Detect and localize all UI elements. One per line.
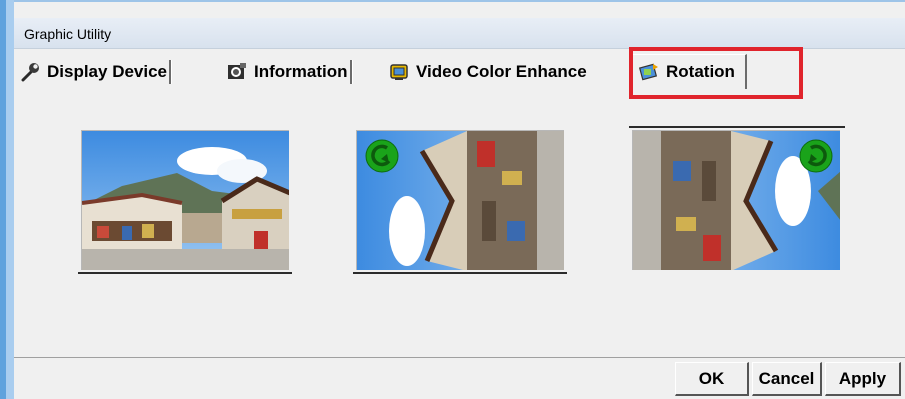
thumbnail-photo-normal — [82, 131, 289, 270]
information-icon — [227, 62, 247, 82]
rotate-left-icon — [365, 139, 399, 173]
window-left-border — [0, 0, 14, 399]
rotation-option-normal[interactable] — [81, 130, 289, 270]
thumbnail-underline — [353, 272, 567, 274]
tab-label: Video Color Enhance — [416, 62, 587, 81]
rotation-option-rotate-right[interactable] — [632, 130, 840, 270]
thumbnail-overline — [629, 126, 845, 128]
dialog-title: Graphic Utility — [24, 26, 112, 42]
tab-information[interactable]: Information — [227, 58, 353, 86]
wrench-icon — [20, 62, 40, 82]
tab-label: Display Device — [47, 62, 168, 81]
apply-button[interactable]: Apply — [825, 362, 901, 396]
rotation-option-rotate-left[interactable] — [356, 130, 564, 270]
rotation-tab-highlight — [629, 47, 803, 99]
video-color-icon — [389, 62, 409, 82]
ok-button[interactable]: OK — [675, 362, 749, 396]
graphic-utility-dialog: Graphic Utility Display Device Informati… — [14, 2, 905, 399]
cancel-button[interactable]: Cancel — [752, 362, 822, 396]
rotate-right-icon — [799, 139, 833, 173]
dialog-titlebar: Graphic Utility — [14, 18, 905, 49]
tab-display-device[interactable]: Display Device — [20, 58, 173, 86]
tab-video-color-enhance[interactable]: Video Color Enhance — [389, 58, 587, 86]
tab-label: Information — [254, 62, 348, 81]
button-row-divider — [14, 357, 905, 358]
thumbnail-underline — [78, 272, 292, 274]
